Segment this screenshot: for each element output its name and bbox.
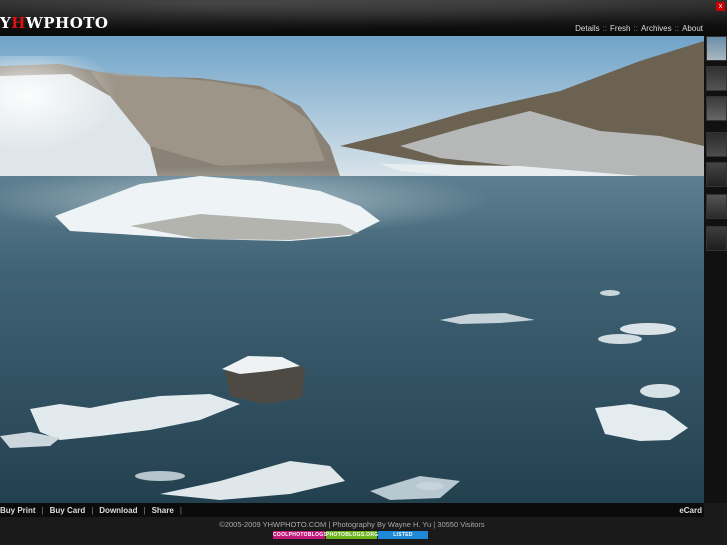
photoblogs-org-badge[interactable]: PHOTOBLOGS.ORG [326,531,378,539]
site-footer: ©2005-2009 YHWPHOTO.COM | Photography By… [0,517,727,545]
river-landscape-image [0,36,704,503]
share-link[interactable]: Share [152,506,174,515]
copyright-text: ©2005-2009 YHWPHOTO.COM | Photography By… [219,520,485,529]
nav-fresh[interactable]: Fresh [610,24,630,33]
photo-action-bar: Buy Print | Buy Card | Download | Share | eCard [0,503,704,517]
thumbnail[interactable] [706,132,727,157]
nav-about[interactable]: About [682,24,703,33]
nav-details[interactable]: Details [575,24,599,33]
action-separator: | [41,506,44,515]
logo-prefix: Y [0,14,12,32]
main-photo[interactable] [0,36,704,503]
ecard-link[interactable]: eCard [679,506,702,515]
nav-separator: :: [674,24,680,33]
nav-separator: :: [602,24,608,33]
thumbnail[interactable] [706,96,727,121]
close-icon[interactable]: x [716,2,725,11]
coolphotoblogs-badge[interactable]: COOLPHOTOBLOGS [273,531,327,539]
action-separator: | [143,506,146,515]
buy-card-link[interactable]: Buy Card [50,506,86,515]
buy-print-link[interactable]: Buy Print [0,506,36,515]
thumbnail[interactable] [706,226,727,251]
action-separator: | [179,506,182,515]
nav-separator: :: [633,24,638,33]
nav-archives[interactable]: Archives [641,24,672,33]
logo-suffix: WPHOTO [25,14,109,32]
logo-highlight: H [11,14,26,32]
site-logo[interactable]: YHWPHOTO [0,14,109,32]
thumbnail[interactable] [706,66,727,91]
listed-badge[interactable]: LISTED [378,531,428,539]
site-header: YHWPHOTO Details:: Fresh:: Archives:: About… [0,0,727,36]
top-navigation: Details:: Fresh:: Archives:: About [575,24,703,33]
thumbnail[interactable] [706,194,727,219]
thumbnail[interactable] [706,36,727,61]
thumbnail[interactable] [706,162,727,187]
thumbnail-strip [704,36,727,503]
action-separator: | [91,506,94,515]
download-link[interactable]: Download [99,506,137,515]
